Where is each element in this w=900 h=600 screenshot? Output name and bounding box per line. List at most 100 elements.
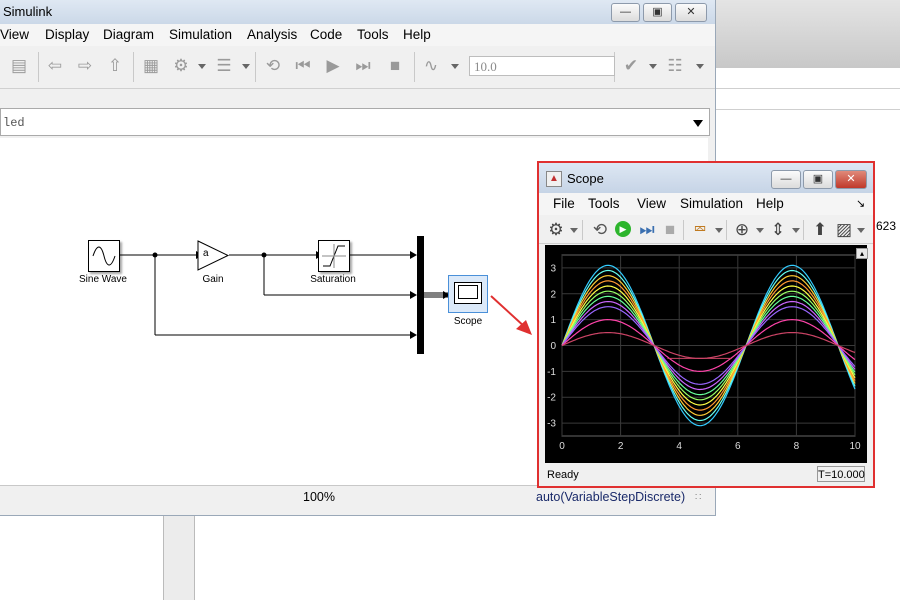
scope-block[interactable] bbox=[448, 275, 488, 313]
menu-help[interactable]: Help bbox=[403, 27, 431, 42]
chevron-down-icon[interactable] bbox=[693, 120, 703, 127]
settings-gear-icon[interactable]: ⚙ bbox=[545, 219, 567, 241]
scope-status-text: Ready bbox=[547, 469, 579, 481]
step-back-icon[interactable]: ⟲ bbox=[262, 55, 284, 77]
close-button[interactable]: ✕ bbox=[675, 3, 707, 22]
chevron-down-icon[interactable] bbox=[696, 64, 704, 69]
menu-diagram[interactable]: Diagram bbox=[103, 27, 154, 42]
minimize-button[interactable]: — bbox=[771, 170, 801, 189]
simulink-status-bar: 100% auto(VariableStepDiscrete) ∷ bbox=[0, 485, 715, 510]
gain-block[interactable]: a bbox=[196, 240, 230, 271]
data-inspector-icon[interactable]: ∿ bbox=[420, 55, 442, 77]
menu-tools[interactable]: Tools bbox=[357, 27, 389, 42]
chevron-down-icon[interactable] bbox=[198, 64, 206, 69]
triggers-icon[interactable]: ⬆ bbox=[809, 219, 831, 241]
desktop-scrollbar[interactable] bbox=[163, 515, 195, 600]
y-tick-label: -3 bbox=[547, 419, 556, 430]
mux-block[interactable] bbox=[417, 236, 424, 354]
gain-symbol: a bbox=[203, 248, 209, 259]
menu-simulation[interactable]: Simulation bbox=[169, 27, 232, 42]
toolbar-separator bbox=[255, 52, 256, 82]
minimize-button[interactable]: — bbox=[611, 3, 640, 22]
x-tick-label: 2 bbox=[618, 441, 624, 452]
maximize-button[interactable]: ▣ bbox=[643, 3, 672, 22]
scope-toolbar: ⚙ ⟲ ▶ ⏭ ■ ⮹ ⊕ ⇕ ⬆ ▨ bbox=[539, 217, 873, 244]
stop-time-field[interactable]: 10.0 bbox=[469, 56, 615, 76]
x-tick-label: 4 bbox=[676, 441, 682, 452]
y-tick-label: -1 bbox=[547, 367, 556, 378]
menu-analysis[interactable]: Analysis bbox=[247, 27, 297, 42]
scope-title-bar[interactable]: ▲ Scope — ▣ ✕ bbox=[539, 163, 873, 193]
scope-title: Scope bbox=[567, 171, 604, 186]
y-tick-label: 3 bbox=[550, 263, 556, 274]
chevron-down-icon[interactable] bbox=[756, 228, 764, 233]
step-forward-icon[interactable]: ⏭ bbox=[636, 219, 658, 241]
menu-simulation[interactable]: Simulation bbox=[680, 196, 743, 211]
chevron-down-icon[interactable] bbox=[715, 228, 723, 233]
menu-view[interactable]: View bbox=[0, 27, 29, 42]
back-icon[interactable]: ⇦ bbox=[44, 55, 66, 77]
menu-code[interactable]: Code bbox=[310, 27, 342, 42]
model-advisor-icon[interactable]: ✔ bbox=[620, 55, 642, 77]
sine-wave-label: Sine Wave bbox=[79, 274, 127, 285]
toolbar-separator bbox=[726, 220, 727, 240]
chevron-down-icon[interactable] bbox=[570, 228, 578, 233]
stop-icon[interactable]: ■ bbox=[384, 55, 406, 77]
scale-axes-icon[interactable]: ⇕ bbox=[767, 219, 789, 241]
toolbar-separator bbox=[683, 220, 684, 240]
step-forward-icon[interactable]: ⏭ bbox=[352, 55, 374, 77]
desktop-strip bbox=[715, 88, 900, 110]
scope-time-text: T=10.000 bbox=[817, 466, 865, 482]
chevron-down-icon[interactable] bbox=[857, 228, 865, 233]
chevron-down-icon[interactable] bbox=[242, 64, 250, 69]
menu-help[interactable]: Help bbox=[756, 196, 784, 211]
highlight-block-icon[interactable]: ⮹ bbox=[689, 219, 711, 241]
save-icon[interactable]: ▤ bbox=[8, 55, 30, 77]
dock-icon[interactable]: ↘ bbox=[856, 197, 865, 210]
menu-display[interactable]: Display bbox=[45, 27, 89, 42]
scope-status-bar: Ready T=10.000 bbox=[545, 465, 867, 485]
stop-icon[interactable]: ■ bbox=[659, 219, 681, 241]
chevron-down-icon[interactable] bbox=[792, 228, 800, 233]
model-path-bar[interactable]: led bbox=[0, 108, 710, 136]
simulink-title-bar[interactable]: Simulink — ▣ ✕ bbox=[0, 0, 715, 24]
maximize-button[interactable]: ▣ bbox=[803, 170, 833, 189]
x-tick-label: 8 bbox=[794, 441, 800, 452]
close-button[interactable]: ✕ bbox=[835, 170, 867, 189]
menu-file[interactable]: File bbox=[553, 196, 575, 211]
chevron-down-icon[interactable] bbox=[451, 64, 459, 69]
toolbar-separator bbox=[582, 220, 583, 240]
menu-view[interactable]: View bbox=[637, 196, 666, 211]
zoom-icon[interactable]: ⊕ bbox=[731, 219, 753, 241]
resize-grip-icon[interactable]: ∷ bbox=[695, 492, 701, 503]
run-icon[interactable]: ▶ bbox=[322, 55, 344, 77]
solver-text[interactable]: auto(VariableStepDiscrete) bbox=[536, 490, 685, 504]
desktop-side-text: 623 bbox=[876, 219, 897, 233]
scope-window: ▲ Scope — ▣ ✕ File Tools View Simulation… bbox=[537, 161, 875, 488]
library-browser-icon[interactable]: ▦ bbox=[140, 55, 162, 77]
x-tick-label: 0 bbox=[559, 441, 565, 452]
toolbar-separator bbox=[803, 220, 804, 240]
build-icon[interactable]: ☷ bbox=[664, 55, 686, 77]
simulink-menubar: View Display Diagram Simulation Analysis… bbox=[0, 24, 715, 46]
menu-tools[interactable]: Tools bbox=[588, 196, 620, 211]
sine-wave-block[interactable] bbox=[88, 240, 120, 272]
model-explorer-icon[interactable]: ☰ bbox=[213, 55, 235, 77]
zoom-level: 100% bbox=[303, 490, 335, 504]
measurements-icon[interactable]: ▨ bbox=[833, 219, 855, 241]
plot-area[interactable]: 0 2 4 6 8 10 3 2 1 0 -1 -2 -3 ▴ bbox=[545, 245, 868, 463]
step-back-button-icon[interactable]: ⏮ bbox=[292, 55, 314, 77]
chevron-down-icon[interactable] bbox=[649, 64, 657, 69]
x-tick-label: 10 bbox=[849, 441, 861, 452]
expand-plot-icon[interactable]: ▴ bbox=[856, 248, 868, 259]
up-icon[interactable]: ⇧ bbox=[104, 55, 126, 77]
scope-chart: 0 2 4 6 8 103210-1-2-3 bbox=[547, 254, 861, 452]
saturation-block[interactable] bbox=[318, 240, 350, 272]
forward-icon[interactable]: ⇨ bbox=[74, 55, 96, 77]
desktop-background bbox=[715, 0, 900, 68]
toolbar-separator bbox=[414, 52, 415, 82]
run-icon[interactable]: ▶ bbox=[615, 221, 631, 237]
settings-gear-icon[interactable]: ⚙ bbox=[170, 55, 192, 77]
window-title: Simulink bbox=[3, 4, 53, 19]
step-back-icon[interactable]: ⟲ bbox=[589, 219, 611, 241]
